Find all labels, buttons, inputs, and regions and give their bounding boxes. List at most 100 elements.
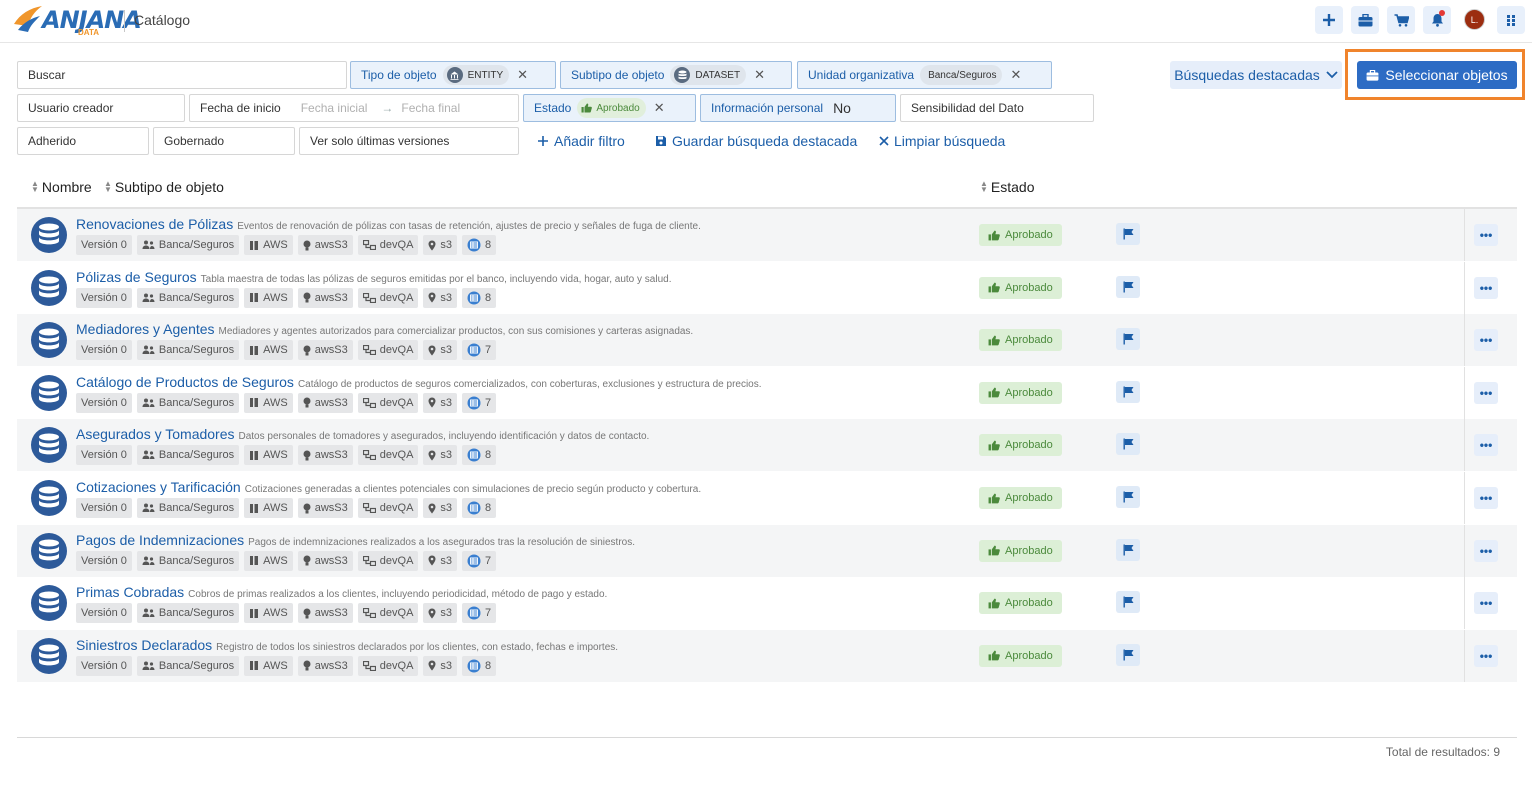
filter-adherido[interactable]: Adherido (17, 127, 149, 155)
plus-icon (1323, 14, 1335, 26)
object-name-link[interactable]: Cotizaciones y Tarificación (76, 479, 241, 495)
flag-button[interactable] (1116, 380, 1140, 403)
sitemap-icon (362, 503, 376, 513)
flag-button[interactable] (1116, 275, 1140, 298)
select-objects-button[interactable]: Seleccionar objetos (1357, 61, 1517, 89)
table-icon (467, 659, 481, 673)
object-name-link[interactable]: Catálogo de Productos de Seguros (76, 374, 294, 390)
object-name-link[interactable]: Pagos de Indemnizaciones (76, 532, 244, 548)
lightbulb-icon (303, 660, 311, 671)
technology-tag: awsS3 (297, 287, 353, 308)
filter-label: Ver solo últimas versiones (310, 134, 450, 148)
add-filter-button[interactable]: Añadir filtro (537, 133, 625, 149)
remove-chip-icon[interactable]: ✕ (754, 67, 765, 83)
filter-gobernado[interactable]: Gobernado (153, 127, 295, 155)
provider-tag: AWS (244, 235, 293, 255)
object-description: Mediadores y agentes autorizados para co… (218, 326, 694, 338)
remove-chip-icon[interactable]: ✕ (1010, 67, 1021, 83)
more-options-button[interactable]: ••• (1474, 644, 1498, 667)
more-options-button[interactable]: ••• (1474, 224, 1498, 246)
filter-estado[interactable]: Estado Aprobado ✕ (523, 94, 696, 122)
remove-chip-icon[interactable]: ✕ (517, 67, 528, 83)
building-icon (250, 293, 259, 303)
lightbulb-icon (303, 292, 311, 303)
more-options-button[interactable]: ••• (1474, 434, 1498, 457)
flag-button[interactable] (1116, 591, 1140, 614)
filter-fecha-inicio[interactable]: Fecha de inicio Fecha inicial → Fecha fi… (189, 94, 519, 122)
anjana-logo[interactable]: ANJANA DATA (12, 4, 142, 38)
thumbs-up-icon (581, 103, 593, 113)
object-name-link[interactable]: Pólizas de Seguros (76, 269, 197, 285)
object-name-link[interactable]: Primas Cobradas (76, 584, 184, 600)
more-options-button[interactable]: ••• (1474, 276, 1498, 299)
column-header-subtype[interactable]: ▲ ▼ Subtipo de objeto (104, 179, 224, 195)
more-options-button[interactable]: ••• (1474, 329, 1498, 352)
flag-button[interactable] (1116, 223, 1140, 245)
table-row[interactable]: Pagos de Indemnizaciones Pagos de indemni… (17, 524, 1517, 577)
filter-subtipo-objeto[interactable]: Subtipo de objeto DATASET ✕ (560, 61, 792, 89)
table-row[interactable]: Asegurados y Tomadores Datos personales d… (17, 419, 1517, 472)
flag-button[interactable] (1116, 538, 1140, 561)
database-icon (31, 427, 67, 464)
table-row[interactable]: Mediadores y Agentes Mediadores y agentes… (17, 314, 1517, 367)
clear-search-button[interactable]: Limpiar búsqueda (879, 133, 1005, 149)
object-description: Registro de todos los siniestros declara… (216, 641, 619, 653)
search-input[interactable]: Buscar (17, 61, 347, 89)
filter-usuario-creador[interactable]: Usuario creador (17, 94, 185, 122)
cart-button[interactable] (1387, 6, 1415, 34)
table-row[interactable]: Catálogo de Productos de Seguros Catálogo… (17, 366, 1517, 419)
filter-label: Estado (534, 101, 572, 115)
filter-unidad-organizativa[interactable]: Unidad organizativa Banca/Seguros ✕ (797, 61, 1052, 89)
object-name-link[interactable]: Mediadores y Agentes (76, 321, 215, 337)
column-divider (1464, 524, 1465, 577)
more-options-button[interactable]: ••• (1474, 592, 1498, 615)
thumbs-up-icon (988, 598, 1000, 609)
thumbs-up-icon (988, 335, 1000, 346)
more-options-button[interactable]: ••• (1474, 487, 1498, 509)
save-search-button[interactable]: Guardar búsqueda destacada (655, 133, 857, 149)
location-tag: s3 (423, 550, 458, 571)
table-row[interactable]: Cotizaciones y Tarificación Cotizaciones … (17, 472, 1517, 524)
version-tag: Versión 0 (76, 235, 132, 255)
notifications-button[interactable] (1423, 6, 1451, 34)
org-tag: Banca/Seguros (136, 498, 240, 518)
flag-button[interactable] (1116, 643, 1140, 666)
more-options-button[interactable]: ••• (1474, 381, 1498, 404)
flag-button[interactable] (1116, 433, 1140, 456)
database-icon (31, 269, 67, 306)
filter-ultimas-versiones[interactable]: Ver solo últimas versiones (299, 127, 519, 155)
apps-menu-button[interactable] (1497, 6, 1525, 34)
user-avatar[interactable]: L. (1464, 9, 1485, 30)
attributes-count-tag: 7 (462, 550, 497, 571)
column-header-name[interactable]: ▲ ▼ Nombre (31, 179, 92, 195)
filter-informacion-personal[interactable]: Información personal No (700, 94, 896, 122)
notification-dot (1439, 10, 1445, 16)
logo-subtext: DATA (78, 28, 100, 37)
date-from-input[interactable]: Fecha inicial (301, 101, 368, 115)
table-row[interactable]: Siniestros Declarados Registro de todos l… (17, 629, 1517, 682)
object-name-link[interactable]: Siniestros Declarados (76, 637, 212, 653)
date-to-input[interactable]: Fecha final (401, 101, 460, 115)
map-pin-icon (428, 292, 436, 303)
lightbulb-icon (303, 503, 311, 513)
table-row[interactable]: Primas Cobradas Cobros de primas realizad… (17, 577, 1517, 630)
briefcase-button[interactable] (1351, 6, 1379, 34)
add-button[interactable] (1315, 6, 1343, 34)
table-row[interactable]: Renovaciones de Pólizas Eventos de renova… (17, 209, 1517, 261)
sitemap-icon (362, 345, 376, 356)
column-header-status[interactable]: ▲ ▼ Estado (980, 179, 1035, 195)
object-tags: Versión 0 Banca/Seguros AWS awsS3 devQA … (76, 498, 497, 518)
provider-tag: AWS (244, 392, 293, 413)
featured-searches-dropdown[interactable]: Búsquedas destacadas (1170, 61, 1342, 89)
flag-button[interactable] (1116, 328, 1140, 351)
remove-chip-icon[interactable]: ✕ (654, 100, 665, 116)
filter-tipo-objeto[interactable]: Tipo de objeto ENTITY ✕ (350, 61, 556, 89)
object-name-link[interactable]: Renovaciones de Pólizas (76, 216, 233, 232)
environment-tag: devQA (357, 498, 419, 518)
object-name-link[interactable]: Asegurados y Tomadores (76, 426, 235, 442)
more-options-button[interactable]: ••• (1474, 539, 1498, 562)
users-icon (142, 661, 155, 670)
table-row[interactable]: Pólizas de Seguros Tabla maestra de todas… (17, 261, 1517, 314)
filter-sensibilidad[interactable]: Sensibilidad del Dato (900, 94, 1094, 122)
flag-button[interactable] (1116, 486, 1140, 508)
